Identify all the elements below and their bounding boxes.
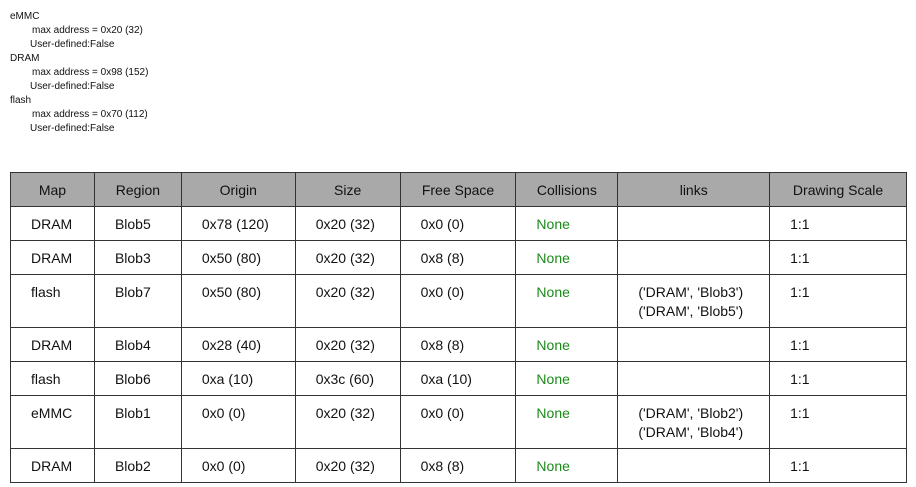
link-entry: ('DRAM', 'Blob4') [638,424,744,440]
cell-origin: 0xa (10) [180,361,296,396]
memory-region-table: Map Region Origin Size Free Space Collis… [10,172,907,483]
header-region: Region [93,172,182,207]
cell-size: 0x20 (32) [294,206,401,241]
header-size: Size [294,172,401,207]
cell-region: Blob7 [93,274,182,328]
cell-links [617,448,771,483]
cell-origin: 0x50 (80) [180,274,296,328]
cell-origin: 0x78 (120) [180,206,296,241]
cell-links: ('DRAM', 'Blob2') ('DRAM', 'Blob4') [617,395,771,449]
cell-collisions: None [515,395,619,449]
header-origin: Origin [180,172,296,207]
cell-region: Blob4 [93,327,182,362]
table-row: DRAM Blob3 0x50 (80) 0x20 (32) 0x8 (8) N… [10,240,907,275]
header-free-space: Free Space [399,172,517,207]
table-row: DRAM Blob2 0x0 (0) 0x20 (32) 0x8 (8) Non… [10,448,907,483]
cell-links [617,327,771,362]
link-entry: ('DRAM', 'Blob3') [638,284,744,300]
cell-origin: 0x28 (40) [180,327,296,362]
cell-region: Blob1 [93,395,182,449]
cell-links: ('DRAM', 'Blob3') ('DRAM', 'Blob5') [617,274,771,328]
summary-max-address: max address = 0x70 (112) [32,109,148,120]
summary-user-defined: User-defined:False [30,123,115,134]
cell-map: flash [10,361,95,396]
cell-origin: 0x50 (80) [180,240,296,275]
cell-links [617,206,771,241]
cell-size: 0x20 (32) [294,240,401,275]
table-row: flash Blob7 0x50 (80) 0x20 (32) 0x0 (0) … [10,274,907,328]
cell-map: eMMC [10,395,95,449]
cell-size: 0x3c (60) [294,361,401,396]
summary-map-flash: flash max address = 0x70 (112) User-defi… [10,94,148,136]
cell-drawing-scale: 1:1 [769,361,907,396]
cell-size: 0x20 (32) [294,327,401,362]
cell-collisions: None [515,361,619,396]
cell-drawing-scale: 1:1 [769,274,907,328]
cell-free-space: 0x8 (8) [399,448,517,483]
summary-map-name: flash [10,95,32,106]
cell-free-space: 0x0 (0) [399,274,517,328]
link-entry: ('DRAM', 'Blob5') [638,303,744,319]
cell-drawing-scale: 1:1 [769,448,907,483]
cell-free-space: 0x0 (0) [399,395,517,449]
header-collisions: Collisions [515,172,619,207]
cell-free-space: 0x8 (8) [399,240,517,275]
header-drawing-scale: Drawing Scale [769,172,907,207]
cell-drawing-scale: 1:1 [769,240,907,275]
cell-drawing-scale: 1:1 [769,395,907,449]
summary-map-dram: DRAM max address = 0x98 (152) User-defin… [10,52,148,94]
cell-region: Blob5 [93,206,182,241]
table-row: flash Blob6 0xa (10) 0x3c (60) 0xa (10) … [10,361,907,396]
cell-origin: 0x0 (0) [180,395,296,449]
cell-collisions: None [515,274,619,328]
table-header-row: Map Region Origin Size Free Space Collis… [10,172,907,207]
cell-free-space: 0x8 (8) [399,327,517,362]
cell-collisions: None [515,240,619,275]
cell-origin: 0x0 (0) [180,448,296,483]
cell-map: DRAM [10,206,95,241]
table-row: eMMC Blob1 0x0 (0) 0x20 (32) 0x0 (0) Non… [10,395,907,449]
header-map: Map [10,172,95,207]
header-links: links [617,172,771,207]
summary-map-name: eMMC [10,11,40,22]
cell-drawing-scale: 1:1 [769,206,907,241]
summary-map-emmc: eMMC max address = 0x20 (32) User-define… [10,10,148,52]
cell-links [617,361,771,396]
cell-region: Blob3 [93,240,182,275]
cell-size: 0x20 (32) [294,448,401,483]
cell-region: Blob2 [93,448,182,483]
summary-max-address: max address = 0x98 (152) [32,67,149,78]
map-summary: eMMC max address = 0x20 (32) User-define… [10,10,148,136]
cell-map: DRAM [10,240,95,275]
summary-user-defined: User-defined:False [30,39,115,50]
cell-map: DRAM [10,327,95,362]
cell-size: 0x20 (32) [294,395,401,449]
link-entry: ('DRAM', 'Blob2') [638,405,744,421]
cell-size: 0x20 (32) [294,274,401,328]
cell-links [617,240,771,275]
cell-free-space: 0xa (10) [399,361,517,396]
cell-region: Blob6 [93,361,182,396]
summary-user-defined: User-defined:False [30,81,115,92]
cell-collisions: None [515,206,619,241]
cell-collisions: None [515,327,619,362]
table-row: DRAM Blob4 0x28 (40) 0x20 (32) 0x8 (8) N… [10,327,907,362]
summary-max-address: max address = 0x20 (32) [32,25,143,36]
cell-drawing-scale: 1:1 [769,327,907,362]
cell-collisions: None [515,448,619,483]
cell-free-space: 0x0 (0) [399,206,517,241]
cell-map: DRAM [10,448,95,483]
cell-map: flash [10,274,95,328]
summary-map-name: DRAM [10,53,40,64]
table-row: DRAM Blob5 0x78 (120) 0x20 (32) 0x0 (0) … [10,206,907,241]
